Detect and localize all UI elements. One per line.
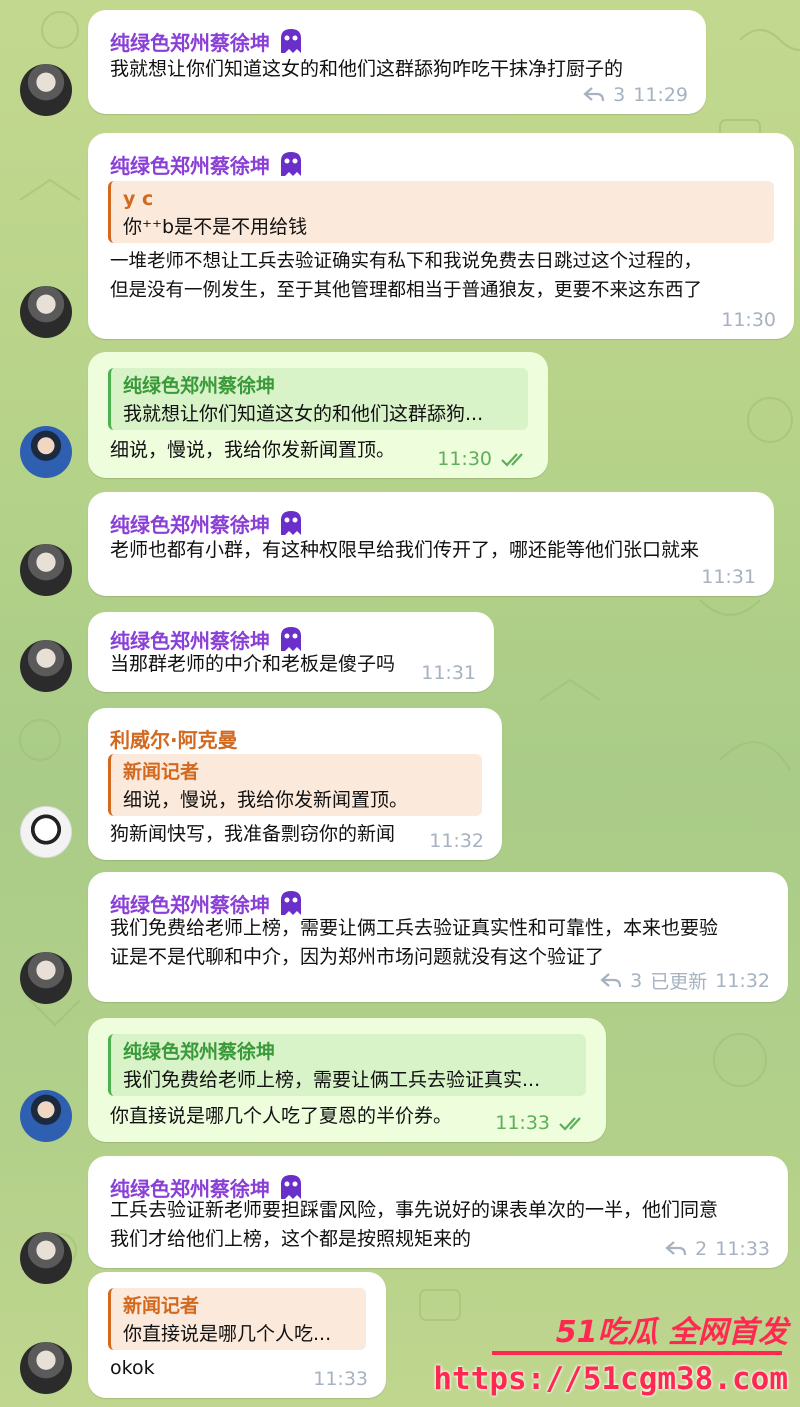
quote-text: 你直接说是哪几个人吃... (123, 1323, 332, 1345)
reply-quote[interactable]: 纯绿色郑州蔡徐坤 我们免费给老师上榜，需要让俩工兵去验证真实... (108, 1034, 586, 1096)
message-time: 11:31 (421, 662, 476, 684)
message-bubble[interactable]: 纯绿色郑州蔡徐坤 当那群老师的中介和老板是傻子吗 11:31 (88, 612, 494, 692)
sender-name[interactable]: 利威尔·阿克曼 (110, 724, 238, 753)
avatar[interactable] (20, 64, 72, 116)
watermark-divider (492, 1351, 782, 1355)
avatar[interactable] (20, 286, 72, 338)
reply-count[interactable]: 3 (613, 84, 625, 106)
message-bubble[interactable]: 纯绿色郑州蔡徐坤 y c 你⁺⁺b是不是不用给钱 一堆老师不想让工兵去验证确实有… (88, 133, 794, 339)
message-meta: 11:31 (701, 566, 756, 588)
avatar[interactable] (20, 544, 72, 596)
watermark-brand: 51吃瓜 全网首发 (555, 1315, 788, 1350)
quote-text: 细说，慢说，我给你发新闻置顶。 (123, 789, 409, 811)
message-bubble[interactable]: 新闻记者 你直接说是哪几个人吃... okok 11:33 (88, 1272, 386, 1398)
message-meta: 3 已更新 11:32 (600, 967, 770, 994)
ghost-emoji-icon (281, 29, 301, 53)
message-text: 我们免费给老师上榜，需要让俩工兵去验证真实性和可靠性，本来也要验 证是不是代聊和… (110, 917, 719, 968)
reply-quote[interactable]: 纯绿色郑州蔡徐坤 我就想让你们知道这女的和他们这群舔狗... (108, 368, 528, 430)
message-text: 一堆老师不想让工兵去验证确实有私下和我说免费去日跳过这个过程的， 但是没有一例发… (110, 251, 703, 301)
sender-name[interactable]: 纯绿色郑州蔡徐坤 (110, 26, 306, 56)
quote-text: 你⁺⁺b是不是不用给钱 (123, 216, 308, 238)
message-time: 11:33 (715, 1238, 770, 1260)
sender-name[interactable]: 纯绿色郑州蔡徐坤 (110, 508, 306, 538)
avatar[interactable] (20, 952, 72, 1004)
avatar[interactable] (20, 1232, 72, 1284)
message-text: 狗新闻快写，我准备剽窃你的新闻 (110, 823, 396, 845)
message-text: 老师也都有小群，有这种权限早给我们传开了，哪还能等他们张口就来 (110, 539, 700, 561)
message-meta: 2 11:33 (665, 1238, 770, 1260)
ghost-emoji-icon (281, 511, 301, 535)
quote-author: 纯绿色郑州蔡徐坤 (123, 1041, 276, 1063)
message-time: 11:33 (495, 1112, 550, 1134)
reply-count[interactable]: 2 (695, 1238, 707, 1260)
message-text: 当那群老师的中介和老板是傻子吗 (110, 653, 396, 675)
reply-quote[interactable]: y c 你⁺⁺b是不是不用给钱 (108, 181, 774, 243)
ghost-emoji-icon (281, 152, 301, 176)
avatar[interactable] (20, 806, 72, 858)
avatar[interactable] (20, 426, 72, 478)
message-bubble[interactable]: 纯绿色郑州蔡徐坤 老师也都有小群，有这种权限早给我们传开了，哪还能等他们张口就来… (88, 492, 774, 596)
read-checkmarks-icon (559, 1117, 581, 1131)
edited-label: 已更新 (650, 971, 708, 993)
reply-count[interactable]: 3 (630, 970, 642, 992)
message-meta: 11:32 (429, 830, 484, 852)
watermark-url: https://51cgm38.com (433, 1361, 788, 1397)
reply-quote[interactable]: 新闻记者 细说，慢说，我给你发新闻置顶。 (108, 754, 482, 816)
message-bubble[interactable]: 纯绿色郑州蔡徐坤 我就想让你们知道这女的和他们这群舔狗咋吃干抹净打厨子的 3 1… (88, 10, 706, 114)
quote-text: 我就想让你们知道这女的和他们这群舔狗... (123, 403, 484, 425)
message-time: 11:31 (701, 566, 756, 588)
message-meta: 11:30 (437, 448, 530, 470)
quote-author: 新闻记者 (123, 761, 200, 783)
message-time: 11:32 (715, 969, 770, 992)
quote-author: y c (123, 188, 154, 210)
avatar[interactable] (20, 1090, 72, 1142)
quote-text: 我们免费给老师上榜，需要让俩工兵去验证真实... (123, 1069, 541, 1091)
sender-name[interactable]: 纯绿色郑州蔡徐坤 (110, 149, 306, 179)
message-text: 我就想让你们知道这女的和他们这群舔狗咋吃干抹净打厨子的 (110, 58, 624, 80)
reply-quote[interactable]: 新闻记者 你直接说是哪几个人吃... (108, 1288, 366, 1350)
quote-author: 新闻记者 (123, 1295, 200, 1317)
site-watermark: 51吃瓜 全网首发 https://51cgm38.com (433, 1307, 792, 1397)
reply-icon[interactable] (583, 86, 605, 104)
message-time: 11:33 (313, 1368, 368, 1390)
message-meta: 11:33 (495, 1112, 588, 1134)
read-checkmarks-icon (501, 453, 523, 467)
message-meta: 11:33 (313, 1368, 368, 1390)
message-time: 11:29 (633, 84, 688, 106)
message-time: 11:30 (437, 448, 492, 470)
reply-icon[interactable] (665, 1240, 687, 1258)
message-meta: 11:31 (421, 662, 476, 684)
avatar[interactable] (20, 640, 72, 692)
avatar[interactable] (20, 1342, 72, 1394)
message-meta: 11:30 (721, 309, 776, 331)
message-bubble[interactable]: 利威尔·阿克曼 新闻记者 细说，慢说，我给你发新闻置顶。 狗新闻快写，我准备剽窃… (88, 708, 502, 860)
quote-author: 纯绿色郑州蔡徐坤 (123, 375, 276, 397)
message-time: 11:32 (429, 830, 484, 852)
message-bubble[interactable]: 纯绿色郑州蔡徐坤 我们免费给老师上榜，需要让俩工兵去验证真实... 你直接说是哪… (88, 1018, 606, 1142)
message-bubble[interactable]: 纯绿色郑州蔡徐坤 我们免费给老师上榜，需要让俩工兵去验证真实性和可靠性，本来也要… (88, 872, 788, 1002)
message-time: 11:30 (721, 309, 776, 331)
message-bubble[interactable]: 纯绿色郑州蔡徐坤 工兵去验证新老师要担踩雷风险，事先说好的课表单次的一半，他们同… (88, 1156, 788, 1268)
message-bubble[interactable]: 纯绿色郑州蔡徐坤 我就想让你们知道这女的和他们这群舔狗... 细说，慢说，我给你… (88, 352, 548, 478)
reply-icon[interactable] (600, 972, 622, 990)
message-meta: 3 11:29 (583, 84, 688, 106)
